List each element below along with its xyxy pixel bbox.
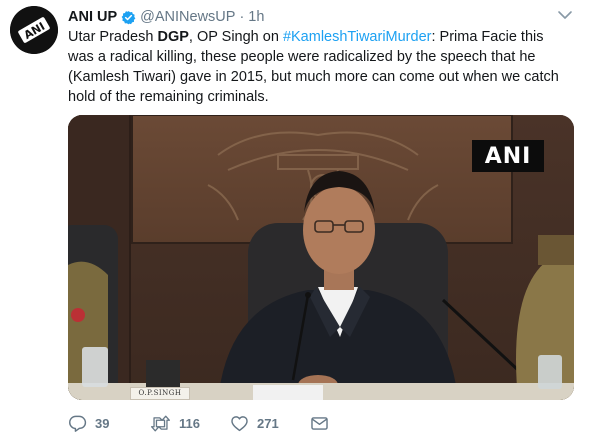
- hashtag-link[interactable]: #KamleshTiwariMurder: [283, 29, 432, 45]
- tweet[interactable]: ANI ANI UP @ANINewsUP · 1h Utar Pradesh …: [0, 0, 590, 440]
- like-count: 271: [257, 415, 279, 431]
- retweet-button[interactable]: 116: [150, 414, 230, 433]
- ani-watermark: ANI: [472, 140, 544, 172]
- tweet-media-image[interactable]: ANI O.P.SINGH: [68, 115, 574, 400]
- direct-message-button[interactable]: [310, 414, 334, 433]
- author-handle[interactable]: @ANINewsUP: [140, 9, 235, 25]
- like-button[interactable]: 271: [230, 414, 310, 433]
- retweet-icon: [150, 415, 171, 431]
- reply-count: 39: [95, 415, 110, 431]
- tweet-text-part: Utar Pradesh: [68, 29, 158, 45]
- tweet-timestamp[interactable]: 1h: [248, 9, 264, 25]
- reply-icon: [69, 415, 87, 432]
- tweet-text-part: , OP Singh on: [188, 29, 283, 45]
- chevron-down-icon[interactable]: [556, 8, 574, 22]
- author-avatar[interactable]: ANI: [10, 6, 58, 54]
- heart-icon: [231, 415, 248, 431]
- author-name[interactable]: ANI UP: [68, 9, 117, 25]
- tweet-text: Utar Pradesh DGP, OP Singh on #KamleshTi…: [68, 27, 573, 107]
- retweet-count: 116: [179, 415, 200, 431]
- tweet-actions: 39 116 271: [68, 412, 334, 434]
- envelope-icon: [311, 416, 328, 430]
- tweet-text-bold: DGP: [157, 29, 189, 45]
- verified-badge-icon: [121, 10, 136, 25]
- reply-button[interactable]: 39: [68, 414, 150, 433]
- nameplate-label: O.P.SINGH: [130, 387, 190, 400]
- header-separator: ·: [239, 9, 245, 25]
- tweet-header: ANI UP @ANINewsUP · 1h: [68, 7, 264, 27]
